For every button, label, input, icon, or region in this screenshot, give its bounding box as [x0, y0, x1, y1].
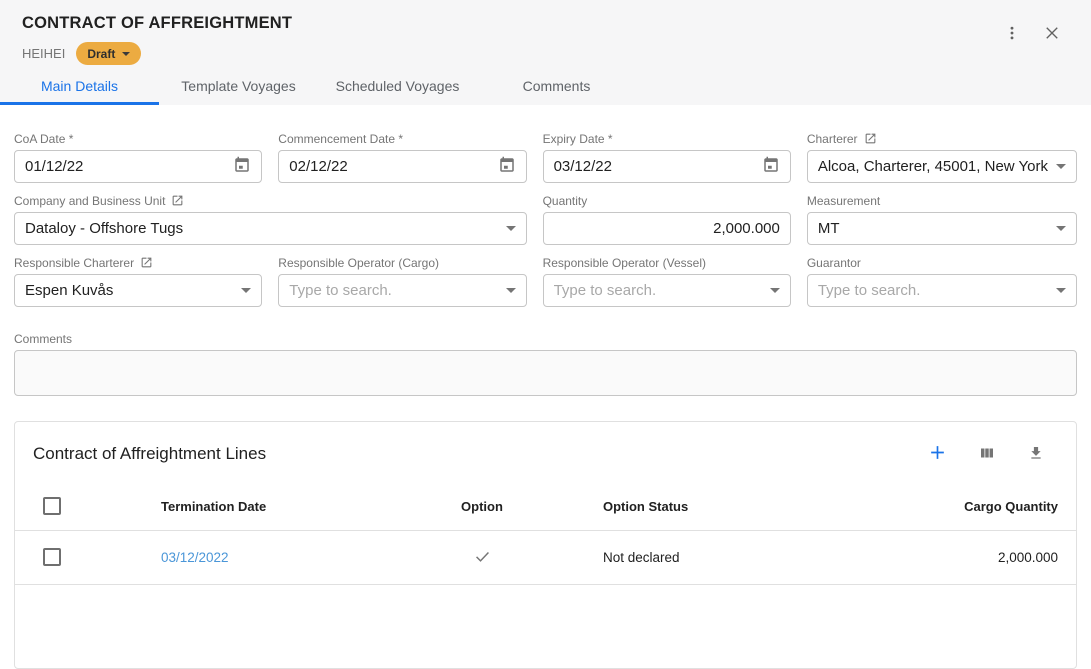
company-business-unit-select[interactable]: Dataloy - Offshore Tugs	[14, 212, 527, 245]
status-badge-label: Draft	[87, 47, 115, 61]
dialog-header: CONTRACT OF AFFREIGHTMENT HEIHEI Draft	[0, 0, 1091, 105]
responsible-operator-cargo-label: Responsible Operator (Cargo)	[278, 255, 526, 270]
measurement-label: Measurement	[807, 193, 1077, 208]
chevron-down-icon	[506, 288, 516, 293]
open-in-new-icon[interactable]	[864, 132, 877, 145]
coa-lines-card: Contract of Affreightment Lines Terminat…	[14, 421, 1077, 669]
coa-date-input[interactable]	[25, 158, 227, 175]
quantity-input[interactable]	[554, 220, 780, 237]
chevron-down-icon	[1056, 288, 1066, 293]
measurement-value: MT	[818, 220, 1048, 237]
field-measurement: Measurement MT	[807, 193, 1077, 245]
responsible-operator-cargo-select[interactable]: Type to search.	[278, 274, 526, 307]
row-checkbox[interactable]	[43, 548, 61, 566]
field-responsible-charterer: Responsible Charterer Espen Kuvås	[14, 255, 262, 307]
expiry-date-input[interactable]	[554, 158, 756, 175]
charterer-select[interactable]: Alcoa, Charterer, 45001, New York	[807, 150, 1077, 183]
status-badge[interactable]: Draft	[76, 42, 141, 65]
field-company-business-unit: Company and Business Unit Dataloy - Offs…	[14, 193, 527, 245]
commencement-date-picker-button[interactable]	[498, 156, 516, 177]
open-in-new-icon[interactable]	[171, 194, 184, 207]
responsible-operator-vessel-select[interactable]: Type to search.	[543, 274, 791, 307]
field-quantity: Quantity	[543, 193, 791, 245]
charterer-value: Alcoa, Charterer, 45001, New York	[818, 158, 1048, 175]
add-line-button[interactable]	[924, 439, 951, 469]
coa-date-label: CoA Date *	[14, 131, 262, 146]
more-options-button[interactable]	[999, 20, 1025, 49]
chevron-down-icon	[122, 52, 130, 56]
select-all-checkbox[interactable]	[43, 497, 61, 515]
table-row: 03/12/2022 Not declared 2,000.000	[15, 531, 1076, 585]
field-responsible-operator-cargo: Responsible Operator (Cargo) Type to sea…	[278, 255, 526, 307]
chevron-down-icon	[1056, 226, 1066, 231]
tab-main-details[interactable]: Main Details	[0, 69, 159, 105]
company-business-unit-value: Dataloy - Offshore Tugs	[25, 220, 498, 237]
commencement-date-label: Commencement Date *	[278, 131, 526, 146]
kebab-icon	[1003, 24, 1021, 45]
calendar-icon	[498, 156, 516, 177]
field-commencement-date: Commencement Date *	[278, 131, 526, 183]
tab-template-voyages[interactable]: Template Voyages	[159, 69, 318, 105]
option-status-value: Not declared	[567, 550, 873, 565]
field-comments: Comments	[14, 331, 1077, 401]
lines-card-title: Contract of Affreightment Lines	[33, 444, 266, 464]
chevron-down-icon	[770, 288, 780, 293]
calendar-icon	[762, 156, 780, 177]
field-guarantor: Guarantor Type to search.	[807, 255, 1077, 307]
measurement-select[interactable]: MT	[807, 212, 1077, 245]
cargo-quantity-value: 2,000.000	[873, 550, 1058, 565]
guarantor-label: Guarantor	[807, 255, 1077, 270]
company-business-unit-label: Company and Business Unit	[14, 194, 165, 208]
guarantor-select[interactable]: Type to search.	[807, 274, 1077, 307]
plus-icon	[928, 443, 947, 465]
close-button[interactable]	[1039, 20, 1065, 49]
expiry-date-picker-button[interactable]	[762, 156, 780, 177]
download-button[interactable]	[1023, 440, 1049, 469]
termination-date-link[interactable]: 03/12/2022	[161, 550, 229, 565]
columns-icon	[978, 444, 996, 465]
quantity-label: Quantity	[543, 193, 791, 208]
guarantor-placeholder: Type to search.	[818, 282, 1048, 299]
check-icon	[473, 554, 492, 569]
commencement-date-input[interactable]	[289, 158, 491, 175]
responsible-charterer-value: Espen Kuvås	[25, 282, 233, 299]
lines-table-header: Termination Date Option Option Status Ca…	[15, 483, 1076, 531]
coa-reference: HEIHEI	[22, 46, 65, 61]
download-icon	[1027, 444, 1045, 465]
calendar-icon	[233, 156, 251, 177]
charterer-label: Charterer	[807, 132, 858, 146]
open-in-new-icon[interactable]	[140, 256, 153, 269]
chevron-down-icon	[1056, 164, 1066, 169]
tab-bar: Main Details Template Voyages Scheduled …	[0, 69, 1091, 105]
expiry-date-label: Expiry Date *	[543, 131, 791, 146]
comments-label: Comments	[14, 331, 1077, 346]
responsible-operator-vessel-label: Responsible Operator (Vessel)	[543, 255, 791, 270]
column-settings-button[interactable]	[974, 440, 1000, 469]
responsible-operator-vessel-placeholder: Type to search.	[554, 282, 762, 299]
main-details-form: CoA Date * Commencement Date *	[0, 105, 1091, 401]
column-header-cargo-quantity: Cargo Quantity	[873, 499, 1058, 514]
column-header-option: Option	[397, 499, 567, 514]
tab-comments[interactable]: Comments	[477, 69, 636, 105]
field-coa-date: CoA Date *	[14, 131, 262, 183]
chevron-down-icon	[506, 226, 516, 231]
responsible-charterer-label: Responsible Charterer	[14, 256, 134, 270]
comments-textarea[interactable]	[14, 350, 1077, 396]
column-header-termination-date: Termination Date	[161, 499, 397, 514]
page-title: CONTRACT OF AFFREIGHTMENT	[22, 14, 292, 33]
field-responsible-operator-vessel: Responsible Operator (Vessel) Type to se…	[543, 255, 791, 307]
tab-scheduled-voyages[interactable]: Scheduled Voyages	[318, 69, 477, 105]
field-expiry-date: Expiry Date *	[543, 131, 791, 183]
responsible-operator-cargo-placeholder: Type to search.	[289, 282, 497, 299]
responsible-charterer-select[interactable]: Espen Kuvås	[14, 274, 262, 307]
chevron-down-icon	[241, 288, 251, 293]
field-charterer: Charterer Alcoa, Charterer, 45001, New Y…	[807, 131, 1077, 183]
column-header-option-status: Option Status	[567, 499, 873, 514]
coa-date-picker-button[interactable]	[233, 156, 251, 177]
close-icon	[1043, 24, 1061, 45]
